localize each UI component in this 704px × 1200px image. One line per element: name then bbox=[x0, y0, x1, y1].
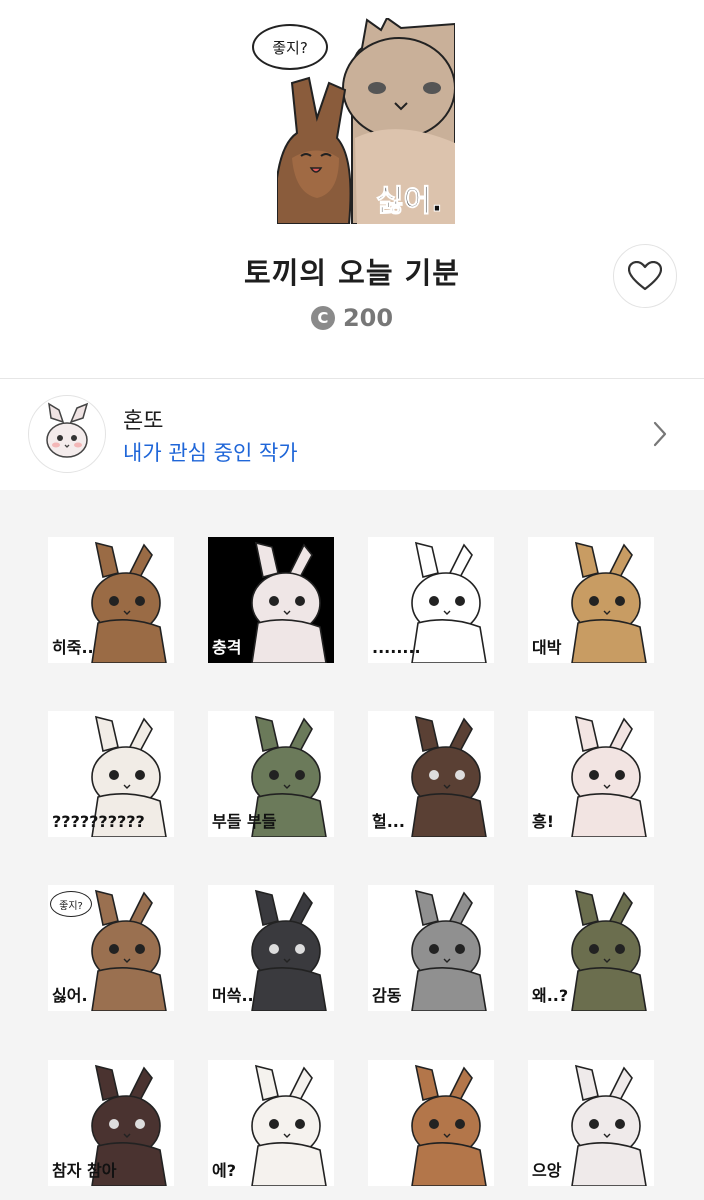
sticker-caption: ........ bbox=[372, 637, 421, 657]
author-row[interactable]: 혼또 내가 관심 중인 작가 bbox=[0, 379, 704, 489]
sticker-title: 토끼의 오늘 기분 bbox=[244, 256, 460, 290]
sticker-caption: 헐... bbox=[372, 811, 405, 831]
hero-caption: 싫어. bbox=[376, 184, 444, 220]
rabbit-illustration bbox=[411, 1064, 487, 1186]
sticker-caption: 으앙 bbox=[532, 1160, 562, 1180]
sticker-caption: 왜..? bbox=[532, 985, 569, 1005]
hero-speech-bubble: 좋지? bbox=[252, 24, 328, 70]
sticker-item[interactable]: 참자 참아 bbox=[48, 1060, 174, 1186]
sticker-item[interactable]: ........ bbox=[368, 537, 494, 663]
sticker-caption: 히죽.. bbox=[52, 637, 94, 657]
sticker-speech-text: 좋지? bbox=[59, 900, 83, 912]
sticker-caption: 에? bbox=[212, 1160, 237, 1180]
sticker-item[interactable]: 으앙 bbox=[528, 1060, 654, 1186]
price: C 200 bbox=[0, 304, 704, 332]
sticker-header: 좋지? 싫어. 토끼의 오늘 기분 C 200 bbox=[0, 0, 704, 378]
sticker-item[interactable]: 감동 bbox=[368, 885, 494, 1011]
sticker-item[interactable]: 히죽.. bbox=[48, 537, 174, 663]
sticker-caption: 감동 bbox=[372, 985, 402, 1005]
sticker-item[interactable] bbox=[368, 1060, 494, 1186]
author-avatar bbox=[28, 395, 106, 473]
sticker-caption: 싫어. bbox=[52, 985, 88, 1005]
sticker-item[interactable]: 좋지? 싫어. bbox=[48, 885, 174, 1011]
sticker-caption: 부들 부들 bbox=[212, 811, 277, 831]
sticker-speech-bubble: 좋지? bbox=[50, 891, 92, 917]
sticker-caption: 머쓱.. bbox=[212, 985, 254, 1005]
like-button[interactable] bbox=[613, 244, 677, 308]
sticker-item[interactable]: 헐... bbox=[368, 711, 494, 837]
sticker-caption: ?????????? bbox=[52, 811, 145, 831]
author-name: 혼또 bbox=[123, 409, 164, 434]
sticker-item[interactable]: 충격 bbox=[208, 537, 334, 663]
sticker-item[interactable]: 흥! bbox=[528, 711, 654, 837]
sticker-caption: 충격 bbox=[212, 637, 242, 657]
heart-outline-icon bbox=[628, 261, 662, 291]
sticker-item[interactable]: 머쓱.. bbox=[208, 885, 334, 1011]
sticker-caption: 참자 참아 bbox=[52, 1160, 117, 1180]
author-subtitle: 내가 관심 중인 작가 bbox=[123, 441, 298, 465]
sticker-item[interactable]: 왜..? bbox=[528, 885, 654, 1011]
sticker-item[interactable]: 부들 부들 bbox=[208, 711, 334, 837]
sticker-item[interactable]: ?????????? bbox=[48, 711, 174, 837]
sticker-item[interactable]: 대박 bbox=[528, 537, 654, 663]
sticker-caption: 대박 bbox=[532, 637, 562, 657]
coin-icon: C bbox=[310, 306, 335, 330]
chevron-right-icon[interactable] bbox=[652, 420, 668, 448]
sticker-item[interactable]: 에? bbox=[208, 1060, 334, 1186]
sticker-caption: 흥! bbox=[532, 811, 555, 831]
hero-speech-text: 좋지? bbox=[272, 38, 308, 57]
sticker-grid: 히죽.. 충격........ 대박?????????? 부들 부들 헐... 흥! 좋지?… bbox=[0, 490, 704, 1200]
price-value: 200 bbox=[342, 304, 394, 332]
